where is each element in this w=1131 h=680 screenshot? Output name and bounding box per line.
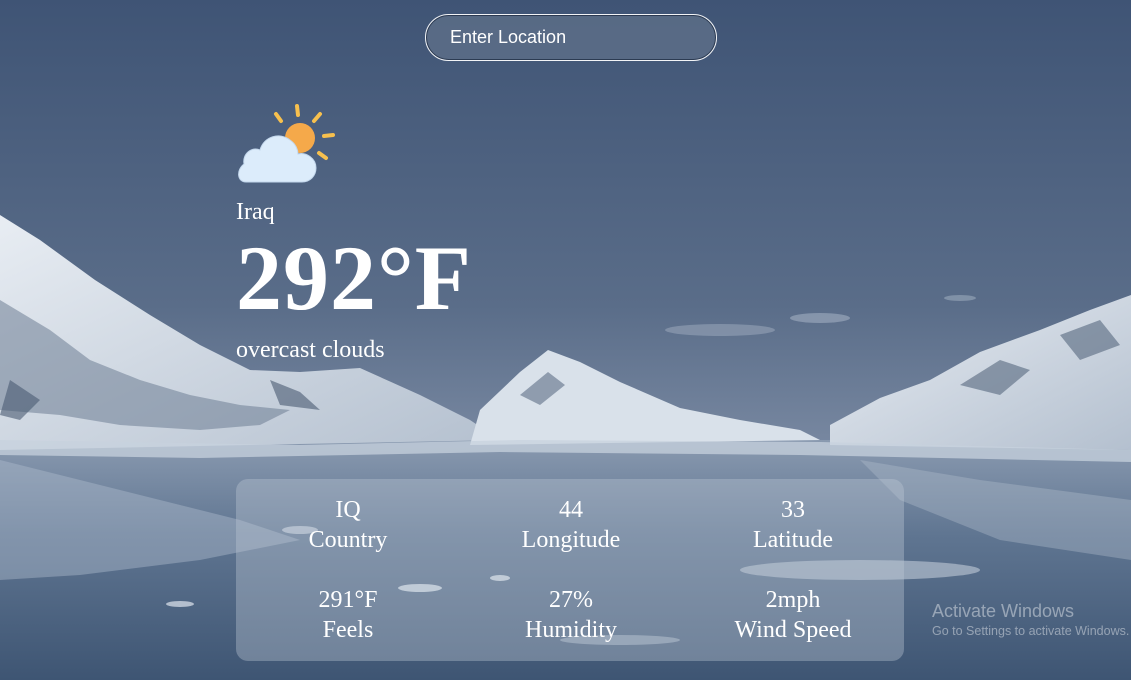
detail-value: 2mph <box>765 587 821 613</box>
detail-value: IQ <box>335 497 361 523</box>
detail-label: Humidity <box>524 617 617 643</box>
watermark-title: Activate Windows <box>932 601 1075 621</box>
partly-cloudy-icon <box>238 104 335 183</box>
detail-value: 27% <box>549 587 593 613</box>
detail-longitude: 44 Longitude <box>460 479 682 569</box>
detail-wind-speed: 2mph Wind Speed <box>682 569 904 659</box>
detail-country: IQ Country <box>236 479 460 569</box>
temperature: 292°F <box>236 227 472 329</box>
location-search-input[interactable] <box>425 14 717 61</box>
location-name: Iraq <box>236 199 275 225</box>
detail-value: 44 <box>559 497 583 523</box>
detail-label: Feels <box>322 617 374 643</box>
detail-value: 291°F <box>318 587 378 613</box>
current-weather: Iraq 292°F overcast clouds <box>236 100 472 364</box>
weather-details-card: IQ Country 44 Longitude 33 Latitude 291°… <box>236 479 904 661</box>
detail-label: Wind Speed <box>734 617 852 643</box>
windows-activation-watermark: Activate Windows Go to Settings to activ… <box>932 600 1131 640</box>
detail-label: Longitude <box>521 527 621 553</box>
detail-feels-like: 291°F Feels <box>236 569 460 659</box>
detail-label: Country <box>308 527 388 553</box>
weather-description: overcast clouds <box>236 337 385 363</box>
search-container <box>425 14 717 61</box>
detail-latitude: 33 Latitude <box>682 479 904 569</box>
watermark-subtitle: Go to Settings to activate Windows. <box>932 624 1130 638</box>
detail-value: 33 <box>781 497 805 523</box>
detail-humidity: 27% Humidity <box>460 569 682 659</box>
detail-label: Latitude <box>753 527 833 553</box>
